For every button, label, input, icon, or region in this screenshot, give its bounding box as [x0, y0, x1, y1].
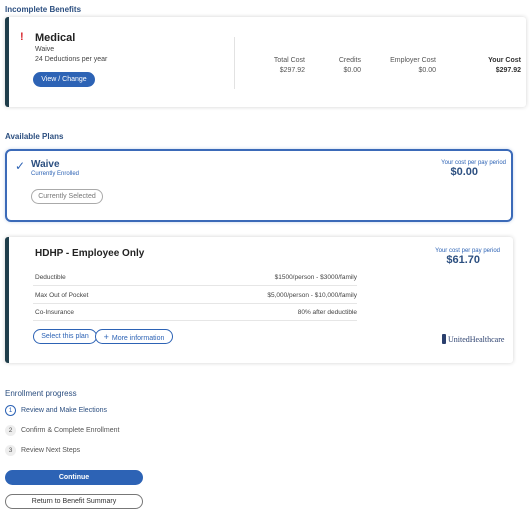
return-to-benefit-summary-button[interactable]: Return to Benefit Summary [5, 494, 143, 509]
view-change-button[interactable]: View / Change [33, 72, 95, 87]
deductions-per-year: 24 Deductions per year [35, 56, 108, 63]
enrollment-progress-heading: Enrollment progress [5, 389, 77, 398]
progress-step-1: 1 Review and Make Elections [5, 405, 107, 416]
pay-period-cost: $61.70 [446, 254, 480, 266]
available-plans-heading: Available Plans [5, 132, 64, 141]
detail-value: $5,000/person - $10,000/family [267, 292, 357, 299]
currently-selected-button[interactable]: Currently Selected [31, 189, 103, 204]
detail-label: Max Out of Pocket [35, 292, 89, 299]
total-cost-label: Total Cost [273, 57, 305, 64]
plan-title: HDHP - Employee Only [35, 248, 145, 259]
more-information-label: More information [111, 334, 165, 342]
detail-value: $1500/person - $3000/family [274, 274, 357, 281]
employer-cost-label: Employer Cost [390, 57, 436, 64]
pay-period-cost: $0.00 [450, 166, 478, 178]
detail-label: Deductible [35, 274, 66, 281]
employer-cost: Employer Cost $0.00 [390, 56, 436, 76]
continue-button[interactable]: Continue [5, 470, 143, 485]
more-information-button[interactable]: + More information [95, 329, 173, 344]
plus-icon: + [103, 331, 109, 342]
benefit-current-plan: Waive [35, 46, 55, 53]
unitedhealthcare-logo-mark [442, 334, 446, 344]
step-label: Review and Make Elections [21, 407, 107, 414]
waive-plan-card[interactable]: ✓ Waive Currently Enrolled Currently Sel… [5, 149, 513, 222]
check-icon: ✓ [15, 159, 26, 173]
credits: Credits $0.00 [339, 56, 361, 76]
progress-step-3: 3 Review Next Steps [5, 445, 80, 456]
step-label: Confirm & Complete Enrollment [21, 427, 120, 434]
carrier-name: UnitedHealthcare [448, 335, 505, 344]
your-cost-label: Your Cost [488, 57, 521, 64]
total-cost: Total Cost $297.92 [274, 56, 305, 76]
plan-detail-row: Max Out of Pocket $5,000/person - $10,00… [33, 287, 357, 304]
your-cost: Your Cost $297.92 [488, 56, 521, 76]
exclamation-icon: ! [20, 31, 24, 43]
your-cost-value: $297.92 [495, 67, 521, 74]
step-number: 1 [5, 405, 16, 416]
divider [234, 37, 235, 89]
total-cost-value: $297.92 [279, 67, 305, 74]
credits-label: Credits [338, 57, 361, 64]
medical-benefit-card: ! Medical Waive 24 Deductions per year V… [5, 17, 526, 107]
detail-value: 80% after deductible [297, 309, 357, 316]
unitedhealthcare-logo: UnitedHealthcare [442, 334, 504, 344]
plan-detail-row: Deductible $1500/person - $3000/family [33, 269, 357, 286]
incomplete-benefits-heading: Incomplete Benefits [5, 5, 82, 14]
progress-step-2: 2 Confirm & Complete Enrollment [5, 425, 119, 436]
hdhp-plan-card: HDHP - Employee Only Your cost per pay p… [5, 237, 513, 363]
enrollment-status: Currently Enrolled [31, 171, 80, 177]
step-label: Review Next Steps [21, 447, 81, 454]
plan-detail-row: Co-Insurance 80% after deductible [33, 304, 357, 321]
step-number: 2 [5, 425, 16, 436]
benefit-title: Medical [35, 32, 76, 44]
select-plan-button[interactable]: Select this plan [33, 329, 97, 344]
plan-title: Waive [31, 159, 60, 170]
credits-value: $0.00 [343, 67, 361, 74]
employer-cost-value: $0.00 [418, 67, 436, 74]
detail-label: Co-Insurance [35, 309, 75, 316]
step-number: 3 [5, 445, 16, 456]
